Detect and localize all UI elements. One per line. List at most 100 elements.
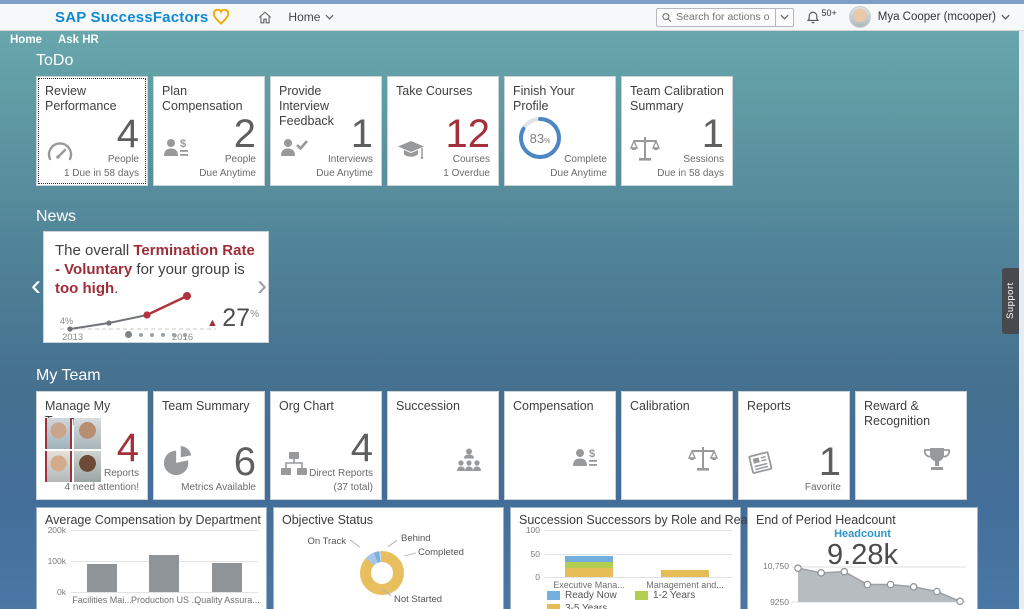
card-footer: 12 Courses 1 Overdue [443, 114, 490, 180]
carousel-dot[interactable] [183, 332, 187, 337]
my-team-section-title: My Team [36, 367, 101, 384]
card-due: Due Anytime [199, 167, 256, 179]
y-tick-label: 9250 [770, 597, 789, 607]
chart-title: Objective Status [282, 513, 374, 527]
team-card-reports[interactable]: Reports 1 Favorite [738, 391, 850, 500]
team-card-manage-my-team[interactable]: Manage My Team 4 Reports 4 need attentio… [36, 391, 148, 500]
gridline [71, 530, 258, 531]
card-value: 4 [116, 426, 139, 470]
tab-home[interactable]: Home [10, 34, 42, 46]
chevron-down-icon [780, 14, 790, 20]
y-tick-label: 0k [57, 587, 66, 597]
gridline [71, 592, 258, 593]
leader-line [349, 539, 361, 548]
graduation-cap-icon [396, 138, 426, 163]
support-tab[interactable]: Support [1002, 268, 1019, 334]
todo-card-finish-your-profile[interactable]: Finish Your Profile 83% Complete Due Any… [504, 76, 616, 186]
leader-line [387, 539, 398, 548]
bell-icon [807, 11, 820, 23]
home-icon[interactable] [258, 10, 272, 24]
search-icon [662, 12, 672, 22]
todo-card-provide-interview-feedback[interactable]: Provide Interview Feedback 1 Interviews … [270, 76, 382, 186]
avg-comp-chart-body: 200k 100k 0k Facilities Mai... Production US… [45, 525, 260, 609]
card-value: 2 [233, 112, 256, 156]
carousel-dot[interactable] [172, 332, 176, 337]
team-card-succession[interactable]: Succession [387, 391, 499, 500]
news-card[interactable]: The overall Termination Rate - Voluntary… [43, 231, 269, 343]
card-unit: Sessions [683, 154, 724, 165]
todo-card-review-performance[interactable]: Review Performance 4 People 1 Due in 58 … [36, 76, 148, 186]
scrollbar[interactable] [1019, 31, 1024, 609]
card-due: Due in 58 days [657, 167, 724, 179]
stacked-bar-segment [661, 569, 709, 577]
legend-label: Ready Now [565, 590, 617, 601]
chart-card-headcount[interactable]: End of Period Headcount Headcount 9.28k … [747, 507, 978, 609]
chevron-down-icon [1001, 14, 1010, 20]
carousel-dot[interactable] [161, 332, 165, 337]
succession-legend: Ready Now 1-2 Years 3-5 Years [547, 590, 737, 609]
team-card-team-summary[interactable]: Team Summary 6 Metrics Available [153, 391, 265, 500]
search-scope-dropdown[interactable] [776, 7, 795, 27]
home-menu-label: Home [288, 10, 321, 24]
card-title: Org Chart [279, 399, 334, 413]
sap-successfactors-logo: SAP SuccessFactors [55, 8, 209, 26]
team-card-calibration[interactable]: Calibration [621, 391, 733, 500]
scales-icon [630, 135, 660, 163]
card-due: Due Anytime [550, 167, 607, 179]
legend-item: 3-5 Years [547, 603, 635, 609]
up-triangle-icon: ▲ [206, 317, 218, 329]
card-value: 6 [233, 439, 256, 484]
carousel-previous-button[interactable]: ‹ [31, 271, 41, 301]
card-title: Take Courses [396, 84, 473, 98]
news-carousel: ‹ The overall Termination Rate - Volunta… [31, 231, 269, 343]
carousel-next-button[interactable]: › [257, 271, 267, 301]
card-due: 4 need attention! [64, 481, 139, 493]
chart-card-objective-status[interactable]: Objective Status On Track Behind Complet… [273, 507, 504, 609]
search-input[interactable] [676, 11, 771, 23]
team-card-org-chart[interactable]: Org Chart 4 Direct Reports (37 total) [270, 391, 382, 500]
app-header: SAP SuccessFactors Home 50+ My [0, 4, 1024, 31]
todo-card-team-calibration-summary[interactable]: Team Calibration Summary 1 Sessions Due … [621, 76, 733, 186]
card-title: Plan Compensation [162, 84, 243, 113]
my-team-cards-row: Manage My Team 4 Reports 4 need attentio… [36, 391, 975, 500]
module-navbar: Home Ask HR [0, 31, 1024, 48]
y-tick-label: 100 [525, 525, 540, 535]
tab-ask-hr[interactable]: Ask HR [58, 34, 99, 46]
card-value: 4 [350, 426, 373, 470]
card-title: Team Calibration Summary [630, 84, 724, 113]
headcount-area-chart [792, 564, 966, 606]
notification-badge: 50+ [821, 7, 837, 18]
todo-card-plan-compensation[interactable]: Plan Compensation $ 2 People Due Anytime [153, 76, 265, 186]
card-unit: People [224, 154, 256, 165]
y-tick-label: 50 [530, 548, 540, 559]
donut-label-completed: Completed [418, 547, 464, 558]
people-group-icon [454, 447, 484, 473]
legend-swatch [547, 604, 560, 609]
headcount-plot [792, 564, 966, 609]
carousel-dot[interactable] [150, 332, 154, 337]
trophy-icon [922, 446, 952, 473]
donut-label-not-started: Not Started [394, 594, 443, 605]
news-section-title: News [36, 208, 77, 225]
app-window: SAP SuccessFactors Home 50+ My [0, 0, 1024, 609]
chart-card-average-compensation[interactable]: Average Compensation by Department 200k 1… [36, 507, 267, 609]
user-menu[interactable]: Mya Cooper (mcooper) [878, 11, 1010, 23]
heart-logo-icon [212, 9, 230, 25]
card-footer: Complete Due Anytime [550, 153, 607, 180]
y-tick-label: 0 [535, 572, 540, 582]
todo-card-take-courses[interactable]: Take Courses 12 Courses 1 Overdue [387, 76, 499, 186]
chart-card-succession-successors[interactable]: Succession Successors by Role and Readin… [510, 507, 784, 609]
home-menu-dropdown[interactable]: Home [288, 10, 334, 24]
team-card-compensation[interactable]: Compensation $ [504, 391, 616, 500]
card-unit: Reports [103, 468, 139, 479]
team-card-reward-recognition[interactable]: Reward & Recognition [855, 391, 967, 500]
card-title: Reports [747, 399, 791, 413]
notifications-button[interactable]: 50+ [806, 7, 837, 25]
user-avatar[interactable] [848, 6, 871, 28]
carousel-dot[interactable] [139, 332, 143, 337]
carousel-dot[interactable] [125, 331, 132, 338]
person-check-icon [279, 136, 309, 163]
objective-status-body: On Track Behind Completed Not Started [282, 528, 495, 609]
todo-cards-row: Review Performance 4 People 1 Due in 58 … [36, 76, 975, 186]
succession-chart-body: Ready Now 1-2 Years 3-5 Years 100 50 0 Execut… [519, 525, 732, 609]
